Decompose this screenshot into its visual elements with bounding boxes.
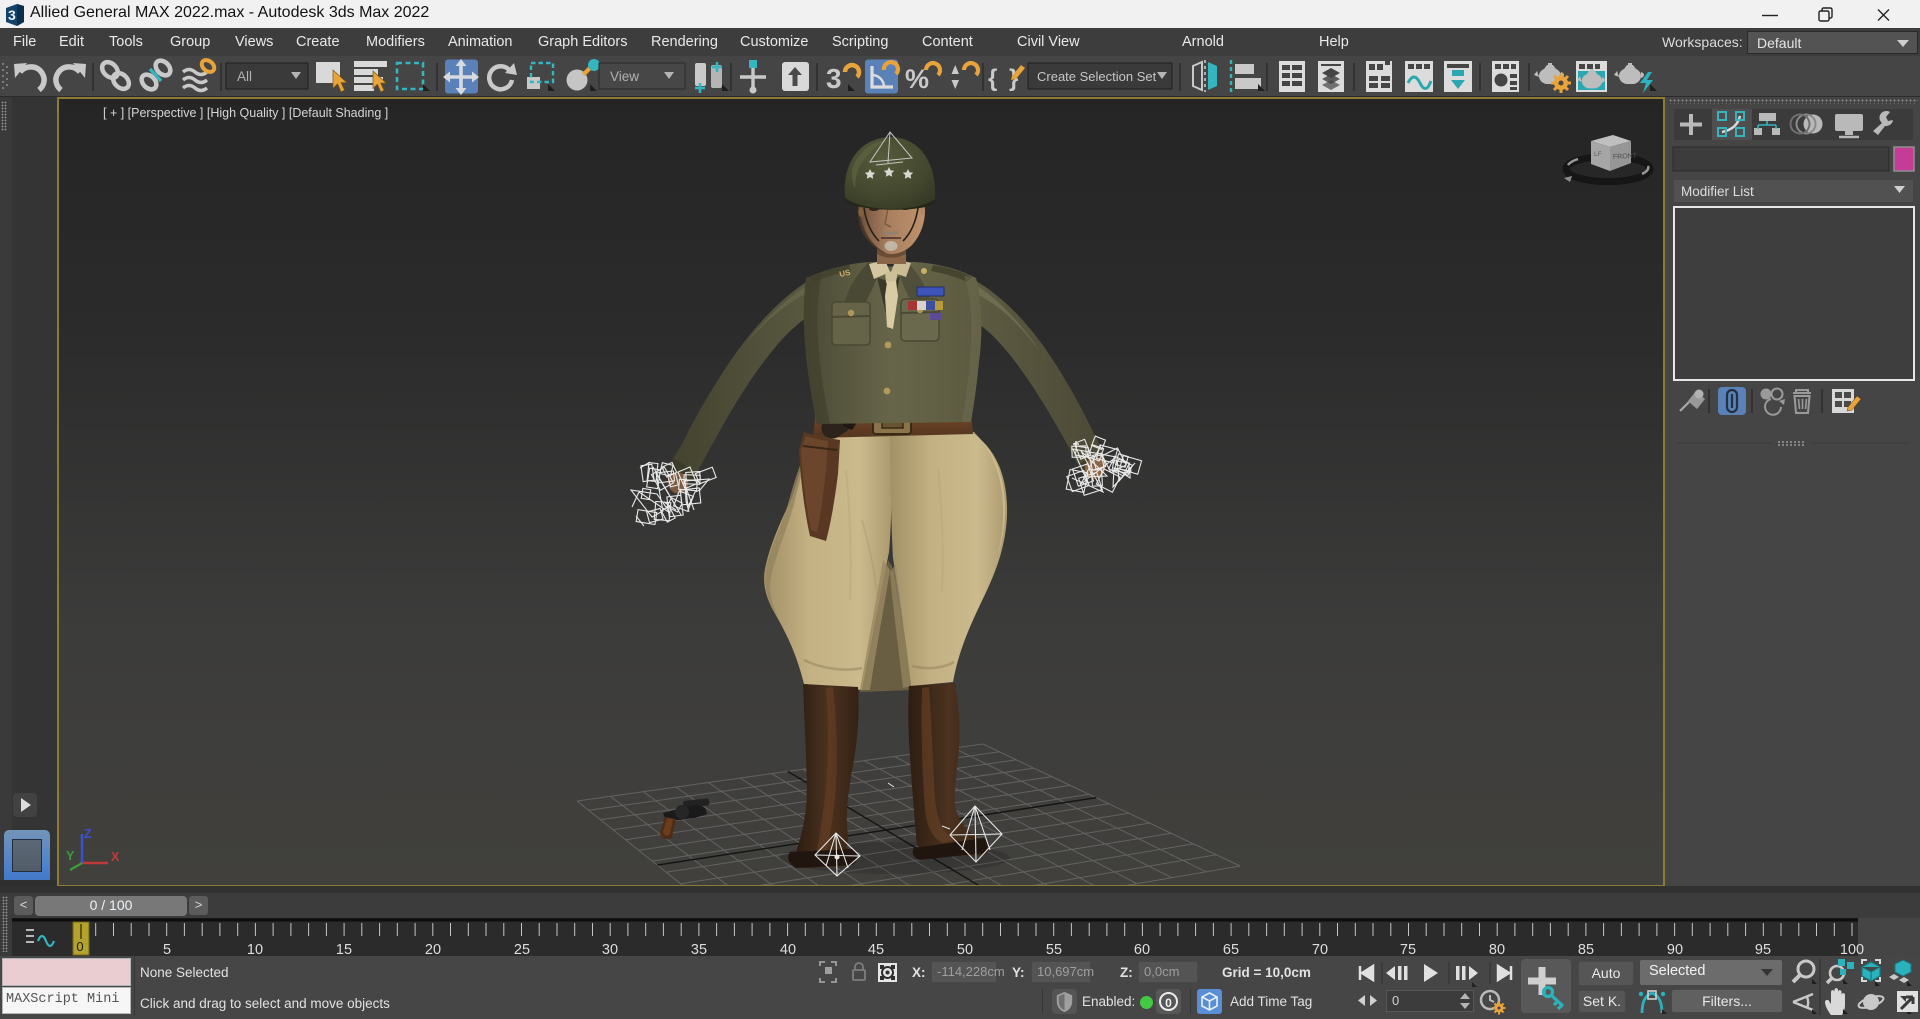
svg-text:45: 45: [868, 942, 884, 957]
svg-text:FRONT: FRONT: [1613, 153, 1638, 161]
svg-text:10: 10: [247, 942, 263, 957]
svg-text:3: 3: [826, 63, 842, 94]
svg-text:65: 65: [1223, 942, 1239, 957]
svg-text:100: 100: [1840, 942, 1864, 957]
svg-text:3: 3: [8, 7, 16, 23]
svg-text:30: 30: [602, 942, 618, 957]
svg-text:All: All: [237, 69, 252, 84]
svg-text:Modifier List: Modifier List: [1681, 184, 1754, 199]
svg-text:25: 25: [514, 942, 530, 957]
svg-text:80: 80: [1489, 942, 1505, 957]
svg-text:Create Selection Set: Create Selection Set: [1037, 69, 1157, 84]
svg-text:95: 95: [1755, 942, 1771, 957]
svg-text:70: 70: [1312, 942, 1328, 957]
svg-text:LF: LF: [1594, 151, 1602, 158]
svg-text:15: 15: [336, 942, 352, 957]
svg-text:X: X: [111, 850, 120, 864]
svg-text:{: {: [988, 65, 997, 92]
svg-text:85: 85: [1578, 942, 1594, 957]
svg-text:75: 75: [1400, 942, 1416, 957]
svg-text:View: View: [610, 69, 639, 84]
svg-text:20: 20: [425, 942, 441, 957]
svg-text:Y: Y: [66, 849, 75, 863]
svg-text:40: 40: [780, 942, 796, 957]
svg-text:60: 60: [1134, 942, 1150, 957]
svg-text:55: 55: [1046, 942, 1062, 957]
svg-text:0: 0: [76, 939, 83, 954]
svg-text:35: 35: [691, 942, 707, 957]
svg-text:5: 5: [163, 942, 171, 957]
svg-text:90: 90: [1667, 942, 1683, 957]
svg-text:Z: Z: [84, 827, 92, 841]
svg-text:50: 50: [957, 942, 973, 957]
